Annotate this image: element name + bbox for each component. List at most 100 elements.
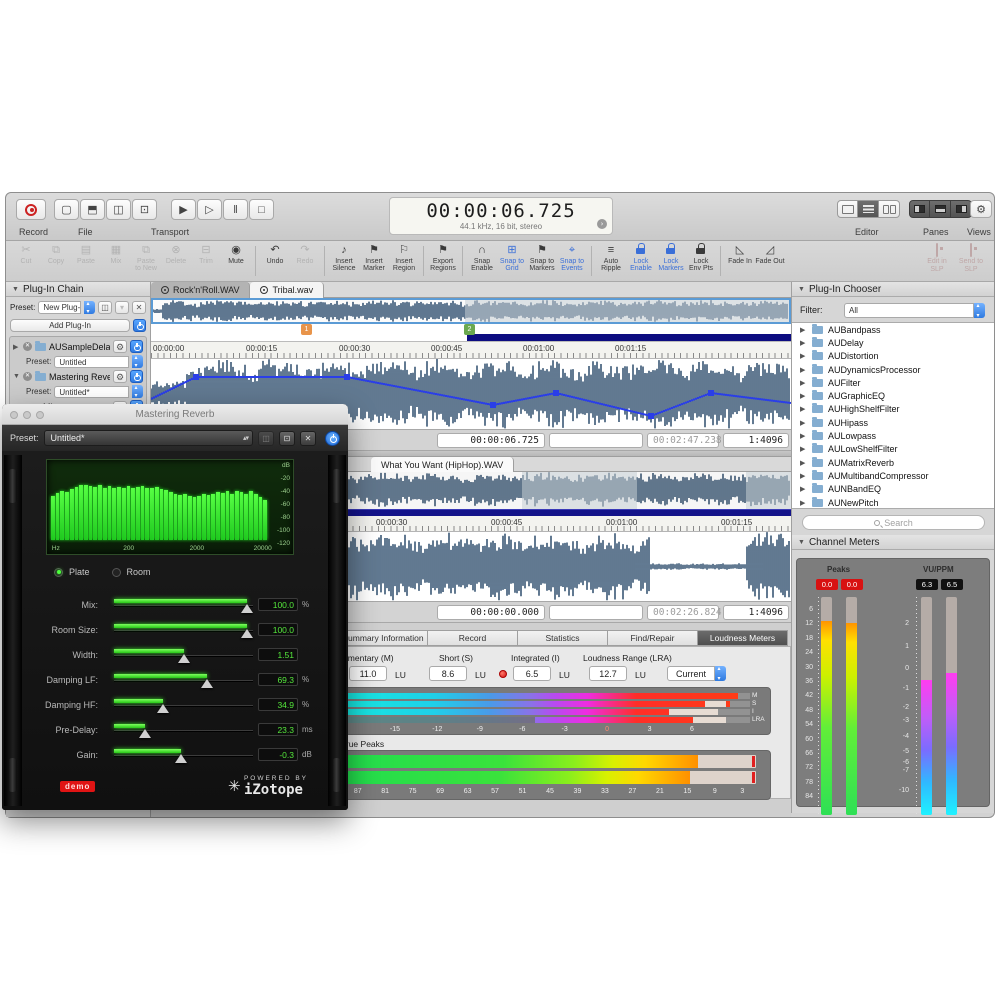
plugin-list-item[interactable]: ▶AUFilter [792, 376, 994, 389]
slider-value-damping-lf[interactable]: 69.3 [258, 673, 298, 686]
plugin-power-button[interactable] [130, 340, 143, 353]
disclosure-icon[interactable]: ▶ [800, 366, 807, 374]
save-preset-button[interactable]: ◫ [98, 301, 112, 314]
disclosure-icon[interactable]: ▶ [800, 445, 807, 453]
zoom-ratio-field[interactable]: 1:4096 [723, 433, 789, 448]
pause-button[interactable]: ‖ [223, 199, 248, 220]
total-length-field[interactable]: 00:02:26.824 [647, 605, 719, 620]
integrated-value[interactable]: 6.5 [513, 666, 551, 681]
disclosure-icon[interactable]: ▶ [800, 379, 807, 387]
tab-statistics[interactable]: Statistics [518, 630, 608, 646]
pane-left-button[interactable] [909, 200, 930, 218]
slider-thumb[interactable] [241, 604, 253, 613]
disclosure-icon[interactable]: ▶ [800, 419, 807, 427]
reverb-title-bar[interactable]: Mastering Reverb [2, 404, 348, 425]
disclosure-icon[interactable]: ▶ [800, 459, 807, 467]
toolbar-snap-enable-button[interactable]: ∩SnapEnable [467, 243, 497, 280]
slider-value-width[interactable]: 1.51 [258, 648, 298, 661]
slider-thumb[interactable] [139, 729, 151, 738]
disclosure-icon[interactable]: ▼ [13, 373, 20, 380]
marker-flag-1[interactable]: 1 [301, 324, 312, 335]
marker-flag-2[interactable]: 2 [464, 324, 475, 335]
gear-icon[interactable]: ⚙ [113, 340, 127, 353]
plugin-list-item[interactable]: ▶AUHighShelfFilter [792, 403, 994, 416]
plugin-list-item[interactable]: ▶AULowShelfFilter [792, 443, 994, 456]
stop-button[interactable]: □ [249, 199, 274, 220]
loudness-mode-dropdown[interactable]: Current [667, 666, 715, 681]
filter-dropdown[interactable]: All [844, 303, 974, 318]
disclosure-icon[interactable]: ▶ [800, 472, 807, 480]
disclosure-icon[interactable]: ▶ [800, 352, 807, 360]
plugin-list-item[interactable]: ▶AUGraphicEQ [792, 389, 994, 402]
tab-tribal[interactable]: Tribal.wav [250, 282, 324, 298]
disclosure-icon[interactable]: ▶ [800, 405, 807, 413]
chain-item-ausampledelay[interactable]: ▶ ✕ AUSampleDelay ⚙ [10, 339, 146, 354]
play-from-start-button[interactable]: ▶ [171, 199, 196, 220]
slider-thumb[interactable] [201, 679, 213, 688]
minimize-window-icon[interactable] [23, 411, 31, 419]
marker-strip[interactable]: 12 [151, 324, 791, 342]
plugin-chooser-header[interactable]: ▼Plug-In Chooser [792, 282, 994, 297]
editor-split-button[interactable] [858, 200, 879, 218]
plugin-list-item[interactable]: ▶AUDistortion [792, 350, 994, 363]
time-display[interactable]: 00:00:06.725 44.1 kHz, 16 bit, stereo › [389, 197, 613, 235]
disclosure-icon[interactable]: ▶ [13, 343, 20, 351]
play-button[interactable]: ▷ [197, 199, 222, 220]
slider-track-gain[interactable] [114, 747, 253, 763]
tab-what-you-want[interactable]: What You Want (HipHop).WAV [371, 457, 514, 472]
disclosure-icon[interactable]: ▶ [800, 392, 807, 400]
total-length-field[interactable]: 00:02:47.238 [647, 433, 719, 448]
remove-icon[interactable]: ✕ [23, 342, 32, 351]
slider-track-damping-hf[interactable] [114, 697, 253, 713]
toolbar-snap-to-events-button[interactable]: ⌖Snap toEvents [557, 243, 587, 280]
plugin-list-item[interactable]: ▶AUMultibandCompressor [792, 469, 994, 482]
tab-summary-information[interactable]: Summary Information [338, 630, 428, 646]
slider-track-mix[interactable] [114, 597, 253, 613]
gear-icon[interactable]: ⚙ [113, 370, 127, 383]
channel-meters-header[interactable]: ▼Channel Meters [792, 535, 994, 550]
selection-end-field[interactable] [549, 433, 643, 448]
stepper-icon[interactable] [132, 355, 143, 368]
stepper-icon[interactable] [132, 385, 143, 398]
pane-bottom-button[interactable] [930, 200, 951, 218]
add-plugin-button[interactable]: Add Plug-In [10, 319, 130, 332]
toolbar-insert-region-button[interactable]: ⚐InsertRegion [389, 243, 419, 280]
plugin-list-item[interactable]: ▶AUBandpass [792, 323, 994, 336]
slider-thumb[interactable] [178, 654, 190, 663]
remove-icon[interactable]: ✕ [23, 372, 32, 381]
peak-readout-right[interactable]: 0.0 [841, 579, 863, 590]
plugin-chain-header[interactable]: ▼Plug-In Chain [6, 282, 150, 297]
overview-waveform[interactable] [151, 298, 791, 324]
views-button[interactable]: ⚙ [970, 200, 992, 218]
disclosure-icon[interactable]: ▶ [800, 485, 807, 493]
toolbar-snap-to-markers-button[interactable]: ⚑Snap toMarkers [527, 243, 557, 280]
slider-value-damping-hf[interactable]: 34.9 [258, 698, 298, 711]
radio-room[interactable]: Room [112, 567, 151, 577]
editor-single-button[interactable] [837, 200, 858, 218]
search-field[interactable]: Search [802, 515, 985, 530]
delete-preset-button[interactable]: ✕ [300, 431, 316, 446]
toolbar-send-to-slp-button[interactable]: Send toSLP [954, 243, 988, 280]
vu-readout-left[interactable]: 6.3 [916, 579, 938, 590]
slider-value-pre-delay[interactable]: 23.3 [258, 723, 298, 736]
chain-preset-dropdown[interactable]: New Plug-In... [38, 301, 81, 314]
plugin-preset-field[interactable]: Untitled [54, 356, 129, 368]
slider-track-width[interactable] [114, 647, 253, 663]
plugin-list-item[interactable]: ▶AUHipass [792, 416, 994, 429]
disclosure-icon[interactable]: ▶ [800, 339, 807, 347]
tab-rocknroll[interactable]: Rock'n'Roll.WAV [151, 282, 250, 298]
delete-preset-button[interactable]: ▾ [115, 301, 129, 314]
selection-start-field[interactable]: 00:00:00.000 [437, 605, 545, 620]
disclosure-icon[interactable]: ▶ [800, 432, 807, 440]
disclosure-icon[interactable]: ▶ [800, 499, 807, 507]
toolbar-auto-ripple-button[interactable]: ≡AutoRipple [596, 243, 626, 280]
plugin-list-item[interactable]: ▶AUDelay [792, 336, 994, 349]
radio-plate[interactable]: Plate [54, 567, 90, 577]
toolbar-undo-button[interactable]: ↶Undo [260, 243, 290, 280]
tab-find-repair[interactable]: Find/Repair [608, 630, 698, 646]
slider-thumb[interactable] [157, 704, 169, 713]
slider-track-room-size[interactable] [114, 622, 253, 638]
slider-thumb[interactable] [241, 629, 253, 638]
toolbar-fade-in-button[interactable]: ◺Fade In [725, 243, 755, 280]
reverb-power-button[interactable] [325, 431, 340, 446]
